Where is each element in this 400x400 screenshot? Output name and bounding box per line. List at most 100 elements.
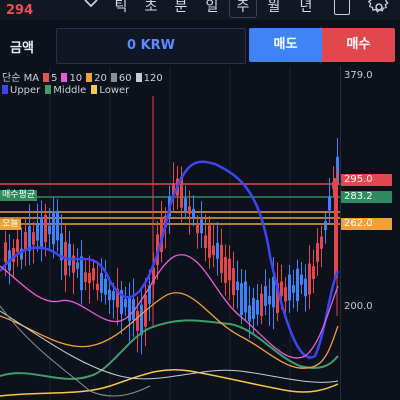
candle — [108, 289, 111, 301]
bb-legend: Upper Middle Lower — [2, 85, 129, 96]
bb-band-label: Lower — [99, 85, 130, 96]
candle — [216, 242, 219, 259]
tab-timeframe-2[interactable]: 분 — [168, 0, 194, 18]
ma-period-label: 10 — [69, 73, 83, 84]
chevron-down-icon[interactable] — [82, 0, 100, 13]
candle — [280, 281, 283, 297]
candle — [240, 283, 243, 316]
candle — [256, 299, 259, 315]
candle — [312, 266, 315, 280]
ma-swatch — [61, 73, 68, 82]
candle — [40, 216, 43, 248]
candle — [284, 287, 287, 302]
ma20-line — [0, 292, 339, 369]
candle — [92, 267, 95, 281]
ma-swatch — [86, 73, 93, 82]
candle — [288, 274, 291, 301]
candle — [316, 243, 319, 262]
tab-timeframe-1[interactable]: 초 — [138, 0, 164, 18]
candle — [252, 297, 255, 320]
candle — [136, 310, 139, 331]
amount-input[interactable]: 0 KRW — [56, 28, 246, 64]
candle — [220, 244, 223, 273]
candle — [140, 304, 143, 336]
ma60-line — [0, 305, 151, 397]
candle — [334, 178, 338, 278]
candle — [32, 232, 35, 245]
candle — [80, 256, 83, 291]
candle — [16, 239, 19, 252]
ma-period-label: 5 — [51, 73, 58, 84]
candle — [76, 262, 79, 269]
candle — [296, 268, 299, 302]
asset-label: 금액 — [10, 41, 34, 56]
candle — [56, 210, 59, 241]
candle — [324, 221, 327, 231]
candle — [232, 268, 235, 295]
candle — [208, 225, 211, 258]
tab-timeframe-3[interactable]: 일 — [199, 0, 225, 18]
candle — [36, 224, 39, 241]
ma10-line — [0, 254, 339, 359]
gear-icon[interactable] — [368, 0, 390, 18]
candle — [112, 291, 115, 301]
candle — [188, 206, 191, 215]
price-tag-today: 262.0 — [341, 218, 392, 230]
current-price: 294 — [6, 3, 34, 18]
axis-label-top: 379.0 — [344, 70, 373, 81]
candle — [204, 235, 207, 249]
candle — [244, 281, 247, 313]
candle — [260, 293, 263, 317]
buy-order-button[interactable]: 매수 — [322, 28, 395, 62]
ma-swatch — [43, 73, 50, 82]
candle — [24, 232, 27, 251]
candle — [4, 242, 7, 263]
bb-swatch — [2, 85, 8, 94]
ma-legend: 단순 MA 5 10 20 60 120 — [2, 69, 163, 84]
candle — [88, 272, 91, 284]
sell-order-button[interactable]: 매도 — [249, 28, 322, 62]
ma-legend-title: 단순 MA — [2, 73, 40, 84]
tab-timeframe-0[interactable]: 틱 — [108, 0, 134, 18]
candle — [192, 208, 195, 218]
bb-swatch — [91, 85, 98, 94]
candle — [268, 295, 271, 305]
candle — [184, 198, 187, 212]
price-tag-current: 295.0 — [341, 174, 392, 186]
bb-band-label: Upper — [10, 85, 41, 96]
candle — [292, 285, 295, 293]
candle — [200, 219, 203, 234]
candle — [104, 278, 107, 295]
candle — [308, 263, 311, 295]
candle — [96, 283, 99, 291]
axis-label-bottom: 200.0 — [344, 301, 373, 312]
tab-timeframe-4[interactable]: 주 — [229, 0, 257, 18]
candle — [264, 286, 267, 306]
price-tag-avg: 283.2 — [341, 191, 392, 203]
fullscreen-icon[interactable] — [334, 0, 350, 15]
bb-lower-line — [0, 368, 339, 397]
candle — [48, 225, 51, 235]
candle — [44, 214, 47, 243]
candle — [320, 236, 323, 249]
candle — [236, 281, 239, 291]
tab-timeframe-5[interactable]: 월 — [261, 0, 287, 18]
ma-swatch — [135, 73, 142, 82]
candle — [224, 257, 227, 283]
candle — [300, 274, 303, 285]
candle — [52, 211, 55, 245]
candle — [128, 298, 131, 321]
candle — [248, 305, 251, 322]
candle — [328, 196, 331, 211]
today-label: 오늘 — [0, 219, 21, 230]
ma-swatch — [110, 73, 117, 82]
candle — [68, 243, 71, 266]
candle — [196, 223, 199, 234]
candle — [212, 245, 215, 256]
candle — [100, 272, 103, 293]
candle — [84, 272, 87, 282]
price-axis — [340, 66, 400, 400]
tab-timeframe-6[interactable]: 년 — [293, 0, 319, 18]
ma-period-label: 120 — [143, 73, 163, 84]
candle — [124, 299, 127, 308]
